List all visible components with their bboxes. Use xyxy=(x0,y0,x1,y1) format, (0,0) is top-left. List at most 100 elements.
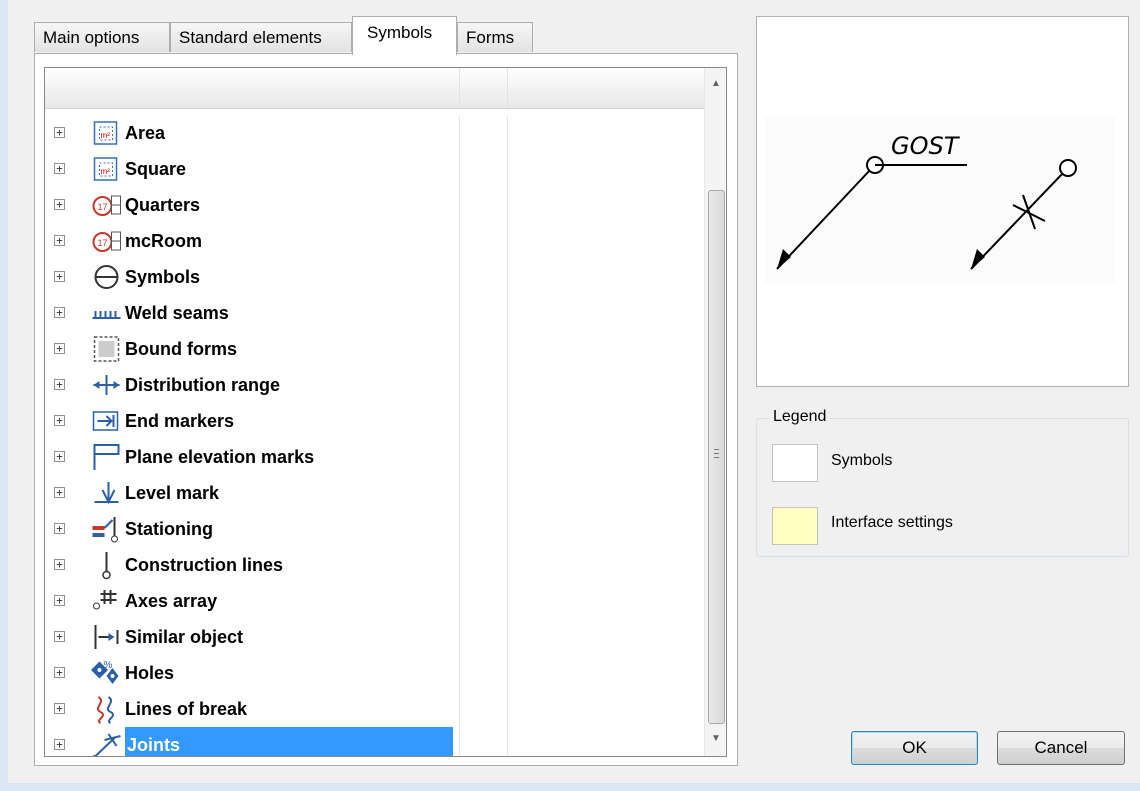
expand-icon[interactable]: + xyxy=(54,559,65,570)
expand-icon[interactable]: + xyxy=(54,379,65,390)
expand-icon[interactable]: + xyxy=(54,307,65,318)
tree-row-label[interactable]: Construction lines xyxy=(125,547,283,583)
tree-row-cell[interactable] xyxy=(507,511,704,547)
tree-row-cell[interactable] xyxy=(507,223,704,259)
expand-icon[interactable]: + xyxy=(54,451,65,462)
tree-row-label[interactable]: Symbols xyxy=(125,259,200,295)
tree-row[interactable]: + m² Square xyxy=(45,151,704,187)
tab-symbols[interactable]: Symbols xyxy=(352,16,457,55)
expand-icon[interactable]: + xyxy=(54,487,65,498)
tree-row[interactable]: + Lines of break xyxy=(45,691,704,727)
tree-row[interactable]: + Joints xyxy=(45,727,704,756)
tree-row-cell[interactable] xyxy=(507,475,704,511)
tree-row-label[interactable]: End markers xyxy=(125,403,234,439)
tree-row-cell[interactable] xyxy=(507,727,704,756)
tree-row[interactable]: + Weld seams xyxy=(45,295,704,331)
tree-row[interactable]: +17 Quarters xyxy=(45,187,704,223)
tree-row-cell[interactable] xyxy=(507,547,704,583)
expand-icon[interactable]: + xyxy=(54,343,65,354)
tree-row-cell[interactable] xyxy=(459,511,507,547)
tree-row-label[interactable]: Joints xyxy=(125,727,453,756)
tree-row-cell[interactable] xyxy=(507,259,704,295)
tree-row-cell[interactable] xyxy=(507,691,704,727)
tab-forms[interactable]: Forms xyxy=(457,22,533,52)
tree-row-cell[interactable] xyxy=(459,727,507,756)
tree-row-cell[interactable] xyxy=(507,331,704,367)
expand-icon[interactable]: + xyxy=(54,667,65,678)
tree-row-cell[interactable] xyxy=(459,691,507,727)
tree-row-label[interactable]: Axes array xyxy=(125,583,217,619)
tree-row-label[interactable]: Quarters xyxy=(125,187,200,223)
tree-row-label[interactable]: Level mark xyxy=(125,475,219,511)
tree-row-cell[interactable] xyxy=(459,295,507,331)
tree-row-cell[interactable] xyxy=(507,403,704,439)
tree-row-cell[interactable] xyxy=(459,187,507,223)
tree-row-cell[interactable] xyxy=(459,151,507,187)
scroll-down-arrow-icon[interactable]: ▼ xyxy=(705,728,726,750)
tree-row-cell[interactable] xyxy=(459,655,507,691)
tree-row-cell[interactable] xyxy=(459,475,507,511)
tab-main-options[interactable]: Main options xyxy=(34,22,170,52)
tree-row-cell[interactable] xyxy=(459,367,507,403)
tree-row-cell[interactable] xyxy=(507,367,704,403)
expand-icon[interactable]: + xyxy=(54,271,65,282)
tree-row[interactable]: + Symbols xyxy=(45,259,704,295)
expand-icon[interactable]: + xyxy=(54,415,65,426)
tree-row[interactable]: + Plane elevation marks xyxy=(45,439,704,475)
tab-standard-elements[interactable]: Standard elements xyxy=(170,22,352,52)
expand-icon[interactable]: + xyxy=(54,127,65,138)
tree-row-cell[interactable] xyxy=(507,439,704,475)
expand-icon[interactable]: + xyxy=(54,163,65,174)
tree-row-cell[interactable] xyxy=(459,331,507,367)
scroll-up-arrow-icon[interactable]: ▲ xyxy=(705,73,726,95)
tree-row-label[interactable]: Area xyxy=(125,115,165,151)
tree-row-label[interactable]: Stationing xyxy=(125,511,213,547)
tree-row-cell[interactable] xyxy=(507,115,704,151)
expand-icon[interactable]: + xyxy=(54,631,65,642)
tree-row-cell[interactable] xyxy=(507,583,704,619)
tree-row-label[interactable]: Weld seams xyxy=(125,295,229,331)
tree-row[interactable]: + Stationing xyxy=(45,511,704,547)
grid-column-divider[interactable] xyxy=(507,68,508,108)
tree-row-cell[interactable] xyxy=(507,655,704,691)
expand-icon[interactable]: + xyxy=(54,235,65,246)
tree-row[interactable]: + Construction lines xyxy=(45,547,704,583)
tree-row[interactable]: +17 mcRoom xyxy=(45,223,704,259)
tree-row-label[interactable]: Lines of break xyxy=(125,691,247,727)
expand-icon[interactable]: + xyxy=(54,595,65,606)
expand-icon[interactable]: + xyxy=(54,739,65,750)
tree-row-label[interactable]: Holes xyxy=(125,655,174,691)
cancel-button[interactable]: Cancel xyxy=(997,731,1125,765)
tree-row-cell[interactable] xyxy=(507,187,704,223)
tree-row-cell[interactable] xyxy=(507,619,704,655)
scrollbar-thumb[interactable] xyxy=(708,190,725,724)
expand-icon[interactable]: + xyxy=(54,523,65,534)
tree-row[interactable]: + Distribution range xyxy=(45,367,704,403)
tree-row-cell[interactable] xyxy=(459,619,507,655)
tree-row-label[interactable]: Distribution range xyxy=(125,367,280,403)
ok-button[interactable]: OK xyxy=(851,731,978,765)
tree-row-label[interactable]: Similar object xyxy=(125,619,243,655)
tree-row[interactable]: + Axes array xyxy=(45,583,704,619)
tree-row-cell[interactable] xyxy=(459,439,507,475)
tree-row-cell[interactable] xyxy=(459,403,507,439)
tree-row-label[interactable]: Square xyxy=(125,151,186,187)
tree-row[interactable]: + Level mark xyxy=(45,475,704,511)
tree-row[interactable]: +% Holes xyxy=(45,655,704,691)
tree-row[interactable]: + m² Area xyxy=(45,115,704,151)
tree-row[interactable]: + Bound forms xyxy=(45,331,704,367)
vertical-scrollbar[interactable]: ▲ ▼ xyxy=(704,68,726,756)
expand-icon[interactable]: + xyxy=(54,703,65,714)
tree-row-label[interactable]: Plane elevation marks xyxy=(125,439,314,475)
tree-row-label[interactable]: Bound forms xyxy=(125,331,237,367)
grid-column-divider[interactable] xyxy=(459,68,460,108)
expand-icon[interactable]: + xyxy=(54,199,65,210)
tree-row[interactable]: + End markers xyxy=(45,403,704,439)
tree-row-cell[interactable] xyxy=(459,583,507,619)
tree-row-cell[interactable] xyxy=(459,547,507,583)
tree-row-cell[interactable] xyxy=(459,259,507,295)
tree-row-label[interactable]: mcRoom xyxy=(125,223,202,259)
tree-row-cell[interactable] xyxy=(507,151,704,187)
tree-row-cell[interactable] xyxy=(459,223,507,259)
tree-row-cell[interactable] xyxy=(507,295,704,331)
